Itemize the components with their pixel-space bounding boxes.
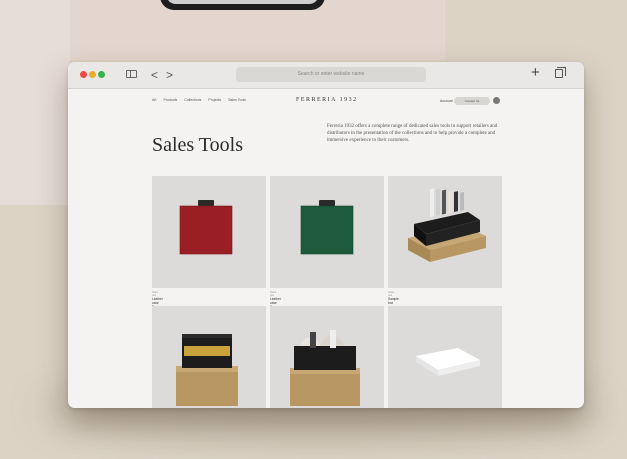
address-bar[interactable]: Search or enter website name: [236, 67, 426, 82]
browser-window: < > Search or enter website name + Art P…: [68, 62, 584, 408]
product-card[interactable]: [270, 176, 384, 288]
product-image: [300, 200, 354, 255]
product-image: [416, 348, 480, 376]
user-avatar[interactable]: [493, 97, 500, 104]
nav-item[interactable]: Projects: [208, 98, 221, 106]
forward-arrow-icon[interactable]: >: [166, 67, 173, 83]
web-page: Art Products Collections Projects Sales …: [68, 89, 584, 408]
nav-item[interactable]: Collections: [184, 98, 201, 106]
contact-button[interactable]: Contact Us: [454, 97, 490, 105]
new-tab-plus-icon[interactable]: +: [531, 65, 540, 81]
product-card[interactable]: [152, 306, 266, 408]
red-case: [180, 206, 232, 254]
phone-edge: [160, 0, 325, 10]
product-name[interactable]: Sample box: [388, 297, 399, 305]
sidebar-toggle-icon[interactable]: [126, 70, 137, 78]
page-description: Ferreria 1932 offers a complete range of…: [327, 124, 498, 143]
minimize-window-button[interactable]: [89, 71, 96, 78]
product-image: [179, 200, 233, 255]
back-arrow-icon[interactable]: <: [151, 67, 158, 83]
product-image: [176, 334, 238, 406]
tabs-overview-icon[interactable]: [555, 67, 566, 78]
product-caption: Sales tool Sample box: [388, 291, 399, 305]
background-panel: [0, 0, 70, 205]
product-card[interactable]: [388, 306, 502, 408]
product-card[interactable]: [388, 176, 502, 288]
case-handle: [198, 200, 214, 206]
site-nav: Art Products Collections Projects Sales …: [152, 98, 246, 106]
product-image: [408, 188, 486, 262]
case-handle: [319, 200, 335, 206]
maximize-window-button[interactable]: [98, 71, 105, 78]
close-window-button[interactable]: [80, 71, 87, 78]
page-title: Sales Tools: [152, 134, 244, 157]
account-link[interactable]: Account: [440, 99, 453, 103]
address-text: Search or enter website name: [297, 71, 365, 77]
product-card[interactable]: [270, 306, 384, 408]
green-case: [301, 206, 353, 254]
nav-item[interactable]: Products: [163, 98, 177, 106]
browser-titlebar: < > Search or enter website name +: [68, 62, 584, 89]
nav-item[interactable]: Sales Tools: [228, 98, 246, 106]
nav-item[interactable]: Art: [152, 98, 156, 106]
product-image: [290, 330, 360, 406]
sample-rack: [294, 346, 356, 370]
product-card[interactable]: [152, 176, 266, 288]
site-logo[interactable]: FERRERIA 1932: [296, 97, 358, 103]
